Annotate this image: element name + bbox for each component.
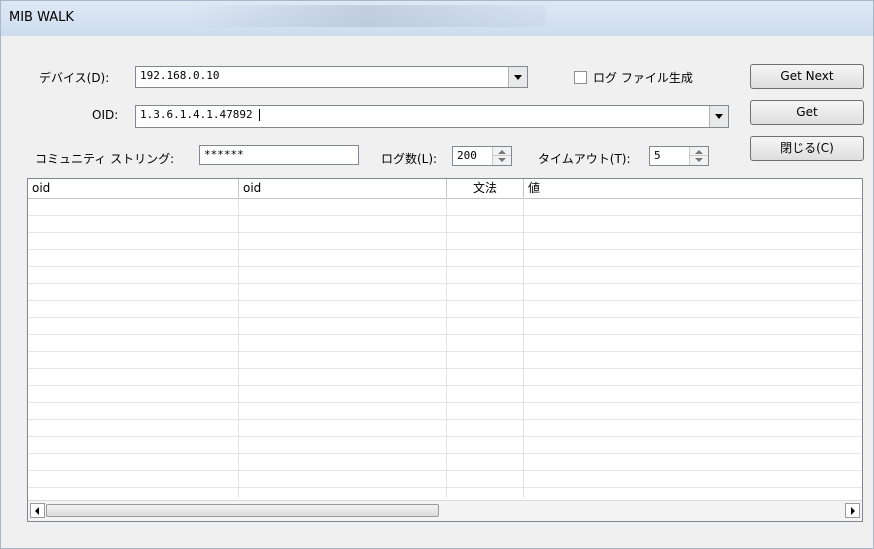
spin-up-icon[interactable]	[690, 147, 708, 156]
get-button[interactable]: Get	[750, 100, 864, 125]
text-cursor	[259, 109, 261, 121]
scroll-right-icon[interactable]	[845, 503, 860, 518]
oid-value: 1.3.6.1.4.1.47892	[140, 108, 253, 121]
spin-up-icon[interactable]	[493, 147, 511, 156]
row-line	[28, 385, 862, 386]
column-header-syntax[interactable]: 文法	[447, 179, 524, 198]
community-value: ******	[204, 148, 244, 161]
row-line	[28, 283, 862, 284]
chevron-down-icon[interactable]	[508, 67, 527, 87]
device-value: 192.168.0.10	[140, 69, 220, 82]
spinner-buttons	[689, 147, 708, 165]
row-line	[28, 232, 862, 233]
oid-combobox[interactable]: 1.3.6.1.4.1.47892	[135, 105, 729, 128]
chevron-down-icon[interactable]	[709, 106, 728, 127]
spinner-buttons	[492, 147, 511, 165]
log-count-spinner[interactable]: 200	[452, 146, 512, 166]
column-header-oid[interactable]: oid	[28, 179, 239, 198]
scrollbar-thumb[interactable]	[46, 504, 439, 517]
spin-down-icon[interactable]	[690, 156, 708, 165]
column-divider	[238, 198, 239, 498]
horizontal-scrollbar[interactable]	[28, 500, 862, 521]
results-table[interactable]: oid oid 文法 値	[27, 178, 863, 522]
community-input[interactable]: ******	[199, 145, 359, 165]
timeout-label: タイムアウト(T):	[538, 152, 631, 166]
log-count-label: ログ数(L):	[381, 152, 438, 166]
spin-down-icon[interactable]	[493, 156, 511, 165]
row-line	[28, 215, 862, 216]
row-line	[28, 300, 862, 301]
row-line	[28, 317, 862, 318]
get-next-button[interactable]: Get Next	[750, 64, 864, 89]
row-line	[28, 266, 862, 267]
row-line	[28, 470, 862, 471]
column-header-value[interactable]: 値	[524, 179, 862, 198]
row-line	[28, 368, 862, 369]
row-line	[28, 351, 862, 352]
timeout-spinner[interactable]: 5	[649, 146, 709, 166]
row-line	[28, 249, 862, 250]
row-line	[28, 487, 862, 488]
row-line	[28, 453, 862, 454]
column-divider	[523, 198, 524, 498]
scroll-left-icon[interactable]	[30, 503, 45, 518]
log-file-checkbox[interactable]	[574, 71, 587, 84]
timeout-value: 5	[654, 149, 661, 162]
close-button[interactable]: 閉じる(C)	[750, 136, 864, 161]
column-divider	[446, 198, 447, 498]
table-header: oid oid 文法 値	[28, 179, 862, 199]
row-line	[28, 334, 862, 335]
oid-label: OID:	[92, 108, 119, 122]
window-title: MIB WALK	[9, 10, 74, 25]
column-header-oid-2[interactable]: oid	[239, 179, 447, 198]
log-count-value: 200	[457, 149, 477, 162]
community-label: コミュニティ ストリング:	[35, 152, 175, 166]
row-line	[28, 402, 862, 403]
device-label: デバイス(D):	[39, 71, 110, 85]
row-line	[28, 419, 862, 420]
title-bar: MIB WALK	[1, 1, 873, 36]
mib-walk-window: MIB WALK デバイス(D): 192.168.0.10 ログ ファイル生成…	[0, 0, 874, 549]
row-line	[28, 436, 862, 437]
title-bar-blur	[186, 5, 546, 27]
device-combobox[interactable]: 192.168.0.10	[135, 66, 528, 88]
log-file-label[interactable]: ログ ファイル生成	[593, 69, 693, 86]
